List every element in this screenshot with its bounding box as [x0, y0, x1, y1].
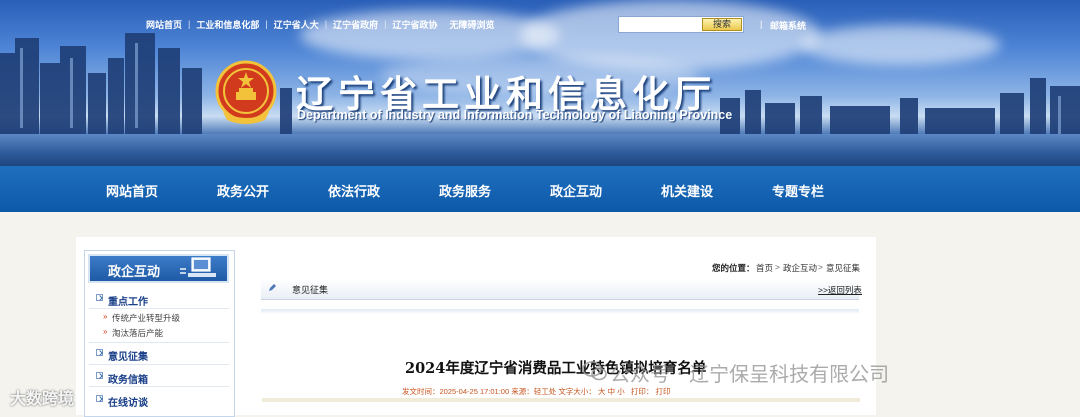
- nav-law-administration[interactable]: 依法行政: [328, 181, 380, 200]
- sidebar-divider: [89, 308, 229, 309]
- top-link-cppcc[interactable]: 辽宁省政协: [386, 18, 443, 31]
- section-label: 意见征集: [292, 285, 329, 295]
- corner-watermark: 大数跨境: [10, 391, 75, 408]
- top-link-npc[interactable]: 辽宁省人大: [268, 18, 325, 31]
- sidebar-item-gov-mailbox[interactable]: 政务信箱: [108, 371, 148, 386]
- font-size-medium[interactable]: 中: [608, 387, 616, 396]
- breadcrumb-interaction[interactable]: 政企互动: [783, 262, 817, 274]
- nav-special-topics[interactable]: 专题专栏: [772, 181, 824, 200]
- header-banner: 网站首页 | 工业和信息化部 | 辽宁省人大 | 辽宁省政府 | 辽宁省政协 无障碍浏览…: [0, 0, 1080, 166]
- bullet-arrow-icon: »: [103, 312, 108, 321]
- section-header-strip: [261, 279, 859, 300]
- wechat-logo-icon: [582, 361, 607, 381]
- nav-gov-affairs-open[interactable]: 政务公开: [217, 181, 269, 200]
- font-size-small[interactable]: 小: [617, 387, 625, 396]
- main-navigation: 网站首页 政务公开 依法行政 政务服务 政企互动 机关建设 专题专栏: [0, 166, 1080, 212]
- watermark-text: 公众号 · 辽宁保呈科技有限公司: [610, 362, 890, 386]
- nav-gov-enterprise-interaction[interactable]: 政企互动: [550, 181, 602, 200]
- section-divider: [261, 309, 859, 314]
- mail-system-link[interactable]: 邮箱系统: [770, 19, 806, 32]
- publish-date: 发文时间：2025-04-25 17:01:00: [402, 387, 510, 396]
- sidebar-divider: [89, 386, 229, 387]
- sidebar-item-online-interview[interactable]: 在线访谈: [108, 394, 148, 409]
- sidebar-item-opinion-icon: [96, 349, 103, 356]
- sidebar-divider: [89, 342, 229, 343]
- sidebar-subitem-eliminate-capacity[interactable]: 淘汰落后产能: [112, 327, 163, 339]
- breadcrumb-separator: >: [818, 262, 823, 272]
- sidebar-title: 政企互动: [108, 264, 161, 279]
- sidebar-divider: [89, 364, 229, 365]
- bullet-arrow-icon: »: [103, 327, 108, 336]
- mail-separator: |: [760, 19, 763, 29]
- print-link[interactable]: 打印: [655, 387, 670, 396]
- print-label: 打印：: [630, 387, 654, 396]
- sidebar-item-opinion-collection[interactable]: 意见征集: [108, 348, 148, 363]
- river-reflection: [0, 134, 1080, 166]
- article-source: 来源：轻工处: [511, 387, 557, 396]
- breadcrumb-opinion[interactable]: 意见征集: [826, 262, 860, 274]
- font-size-label: 文字大小：: [558, 387, 596, 396]
- sidebar-item-key-work-icon: [96, 294, 103, 301]
- nav-home[interactable]: 网站首页: [106, 181, 158, 200]
- top-link-miit[interactable]: 工业和信息化部: [190, 18, 265, 31]
- pencil-icon: [269, 284, 276, 291]
- site-subtitle: Department of Industry and Information T…: [297, 108, 733, 122]
- nav-gov-services[interactable]: 政务服务: [439, 181, 491, 200]
- back-to-list-link[interactable]: >>返回列表: [818, 284, 862, 296]
- breadcrumb-label: 您的位置：: [712, 263, 755, 273]
- sidebar-item-key-work[interactable]: 重点工作: [108, 293, 148, 308]
- search-button[interactable]: 搜索: [702, 18, 742, 31]
- sidebar-subitem-traditional-industry[interactable]: 传统产业转型升级: [112, 312, 180, 324]
- breadcrumb-home[interactable]: 首页: [756, 262, 773, 274]
- sidebar-item-mailbox-icon: [96, 372, 103, 379]
- article-meta: 发文时间：2025-04-25 17:01:00 来源：轻工处 文字大小： 大 …: [402, 386, 670, 397]
- top-link-government[interactable]: 辽宁省政府: [327, 18, 384, 31]
- breadcrumb-separator: >: [775, 262, 780, 272]
- sidebar-item-interview-icon: [96, 395, 103, 402]
- font-size-large[interactable]: 大: [598, 387, 606, 396]
- top-link-accessibility[interactable]: 无障碍浏览: [443, 18, 500, 31]
- meta-divider: [262, 398, 860, 402]
- national-emblem-icon: [215, 60, 277, 124]
- top-link-home[interactable]: 网站首页: [140, 18, 188, 31]
- top-links-bar: 网站首页 | 工业和信息化部 | 辽宁省人大 | 辽宁省政府 | 辽宁省政协 无障碍浏览: [140, 14, 500, 34]
- computer-icon: [180, 257, 216, 277]
- nav-organ-building[interactable]: 机关建设: [661, 181, 713, 200]
